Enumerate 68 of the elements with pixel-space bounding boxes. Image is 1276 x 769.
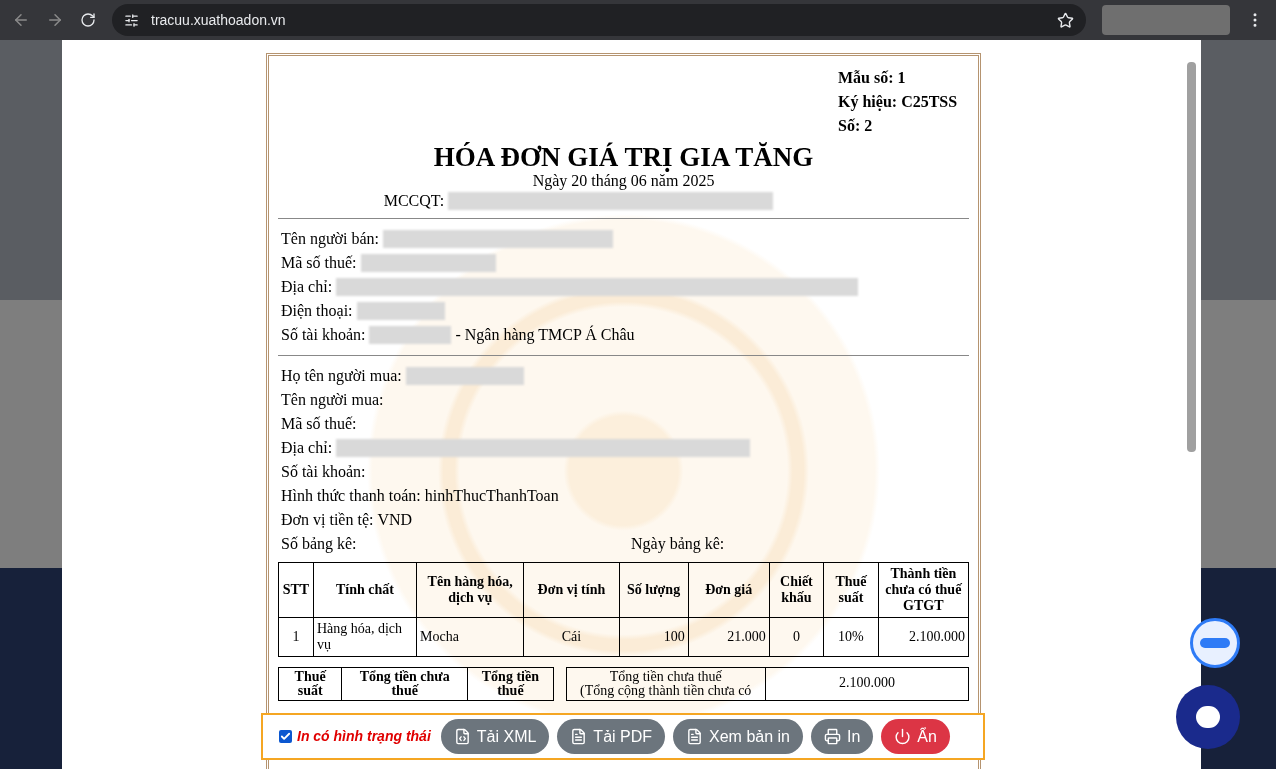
checkbox[interactable] <box>279 730 292 743</box>
column-header: Đơn vị tính <box>523 562 619 618</box>
chat-bubble-icon <box>1196 706 1220 728</box>
site-settings-icon[interactable] <box>124 12 139 28</box>
total-note: (Tổng cộng thành tiền chưa có <box>579 684 753 698</box>
field-label: MCCQT: <box>383 191 445 211</box>
table-cell: Cái <box>523 617 619 657</box>
field-label: Họ tên người mua: <box>281 366 402 387</box>
bookmark-star-icon[interactable] <box>1057 11 1074 29</box>
column-header: Đơn giá <box>688 562 770 618</box>
checkbox-label: In có hình trạng thái <box>297 727 431 746</box>
field-label: Địa chỉ: <box>281 277 333 297</box>
scrollbar-thumb[interactable] <box>1187 62 1196 452</box>
download-button[interactable]: Xem bản in <box>673 719 803 754</box>
field-value: - Ngân hàng TMCP Á Châu <box>455 324 635 346</box>
table-cell: Mocha <box>416 617 524 657</box>
hide-button[interactable]: Ẩn <box>881 719 950 754</box>
file-icon <box>453 728 471 745</box>
printer-icon <box>823 728 841 745</box>
column-header: Thuế suất <box>278 667 342 701</box>
table-cell: 0 <box>769 617 824 657</box>
invoice-meta: Mẫu số: 1 <box>838 68 906 88</box>
table-cell: 1 <box>278 617 314 657</box>
download-button[interactable]: Tải PDF <box>557 719 666 754</box>
invoice-title: HÓA ĐƠN GIÁ TRỊ GIA TĂNG <box>433 142 814 172</box>
address-bar[interactable]: tracuu.xuathoadon.vn <box>112 4 1086 36</box>
column-header: Số lượng <box>619 562 689 618</box>
table-cell: 100 <box>619 617 689 657</box>
url-text: tracuu.xuathoadon.vn <box>151 10 287 30</box>
field-label: Địa chỉ: <box>281 438 333 458</box>
power-icon <box>894 728 912 745</box>
field-value: VND <box>377 510 413 530</box>
field-value: hinhThucThanhToan <box>424 486 559 506</box>
field-label: Số tài khoản: <box>281 462 366 482</box>
column-header: Tổng tiền thuế <box>467 667 554 701</box>
file-icon <box>570 728 588 745</box>
table-cell: 10% <box>823 617 879 657</box>
download-button[interactable]: Tải XML <box>440 719 550 754</box>
column-header: Tổng tiền chưa thuế <box>341 667 468 701</box>
table-cell: Hàng hóa, dịch vụ <box>313 617 417 657</box>
field-label: Số tài khoản: <box>281 325 366 345</box>
field-label: Ngày bảng kê: <box>631 534 725 555</box>
field-label: Đơn vị tiền tệ: <box>281 510 374 530</box>
field-label: Số bảng kê: <box>281 534 358 555</box>
column-header: Thành tiền chưa có thuế GTGT <box>878 562 969 618</box>
file-icon <box>686 728 704 745</box>
field-label: Hình thức thanh toán: <box>281 486 421 506</box>
table-cell: 2.100.000 <box>878 617 969 657</box>
field-label: Tên người bán: <box>281 229 379 250</box>
forward-icon[interactable] <box>46 11 64 29</box>
print-button[interactable]: In <box>810 719 874 754</box>
field-label: Tên người mua: <box>281 390 384 411</box>
invoice-meta: Số: 2 <box>838 116 873 136</box>
field-label: Mã số thuế: <box>281 414 357 434</box>
column-header: Chiết khấu <box>769 562 824 618</box>
table-cell: 21.000 <box>688 617 770 657</box>
column-header: Tên hàng hóa, dịch vụ <box>416 562 524 618</box>
total-label: Tổng tiền chưa thuế <box>608 670 723 684</box>
field-label: Mã số thuế: <box>281 253 357 273</box>
table-cell: 2.100.000 <box>765 667 969 701</box>
field-label: Điện thoại: <box>281 301 353 321</box>
invoice-date: Ngày 20 tháng 06 năm 2025 <box>532 172 715 190</box>
column-header: STT <box>278 562 314 618</box>
invoice-meta: Ký hiệu: C25TSS <box>838 92 958 112</box>
column-header: Tính chất <box>313 562 417 618</box>
column-header: Thuế suất <box>823 562 879 618</box>
back-icon[interactable] <box>12 11 30 29</box>
reload-icon[interactable] <box>80 12 96 28</box>
